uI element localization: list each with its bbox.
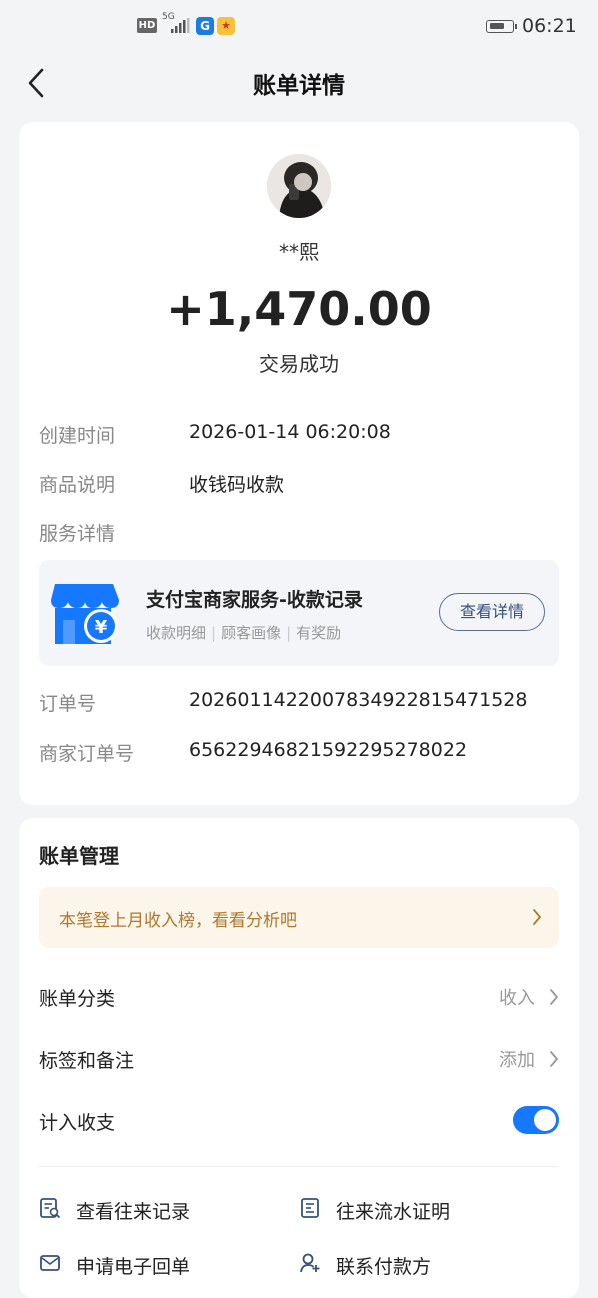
- action-label: 查看往来记录: [76, 1201, 191, 1223]
- page-title: 账单详情: [253, 73, 345, 99]
- toggle-knob: [534, 1109, 556, 1131]
- divider: [39, 1166, 559, 1167]
- chevron-right-icon: [550, 989, 558, 1005]
- clock: 06:21: [522, 15, 577, 37]
- bill-category-value: 收入: [499, 988, 535, 1009]
- section-title: 账单管理: [39, 844, 119, 868]
- hd-badge: HD: [137, 18, 157, 33]
- game-notification-icon: ★: [217, 17, 235, 35]
- app-notification-icon: G: [196, 17, 214, 35]
- include-in-balance-label: 计入收支: [39, 1112, 116, 1134]
- nav-header: 账单详情: [0, 52, 598, 112]
- battery-icon: [486, 20, 517, 33]
- action-label: 往来流水证明: [336, 1201, 451, 1223]
- status-bar: HD 5G G ★ 06:21: [0, 0, 598, 52]
- transaction-card: **熙 +1,470.00 交易成功 创建时间 2026-01-14 06:20…: [19, 122, 579, 805]
- document-icon: [301, 1198, 319, 1218]
- shop-yuan-icon: ¥: [51, 584, 119, 644]
- amount: +1,470.00: [166, 282, 432, 336]
- flow-proof-button[interactable]: 往来流水证明: [299, 1192, 539, 1226]
- income-rank-banner[interactable]: 本笔登上月收入榜，看看分析吧: [39, 887, 559, 948]
- view-history-button[interactable]: 查看往来记录: [39, 1192, 279, 1226]
- created-time-label: 创建时间: [39, 425, 116, 447]
- svg-text:¥: ¥: [95, 617, 108, 638]
- service-tags: 收款明细 | 顾客画像 | 有奖励: [146, 624, 342, 642]
- avatar-image: [267, 154, 331, 218]
- service-detail-label: 服务详情: [39, 523, 116, 545]
- bill-category-row[interactable]: 账单分类 收入: [39, 976, 559, 1016]
- e-receipt-button[interactable]: 申请电子回单: [39, 1247, 279, 1281]
- view-details-button[interactable]: 查看详情: [439, 593, 545, 631]
- transaction-status: 交易成功: [259, 352, 339, 376]
- include-in-balance-row: 计入收支: [39, 1100, 559, 1140]
- tags-notes-label: 标签和备注: [39, 1050, 135, 1072]
- order-number-value: 2026011422007834922815471528: [189, 689, 528, 711]
- mail-icon: [40, 1255, 60, 1271]
- created-time-value: 2026-01-14 06:20:08: [189, 421, 391, 443]
- merchant-service-card[interactable]: ¥ 支付宝商家服务-收款记录 收款明细 | 顾客画像 | 有奖励 查看详情: [39, 560, 559, 666]
- service-title: 支付宝商家服务-收款记录: [146, 589, 363, 611]
- service-tag: 顾客画像: [221, 624, 282, 642]
- product-desc-label: 商品说明: [39, 474, 116, 496]
- service-tag: 收款明细: [146, 624, 207, 642]
- action-label: 申请电子回单: [76, 1256, 191, 1278]
- contact-person-icon: [300, 1253, 320, 1273]
- contact-payer-button[interactable]: 联系付款方: [299, 1247, 539, 1281]
- bill-management-card: 账单管理 本笔登上月收入榜，看看分析吧 账单分类 收入 标签和备注 添加 计入收…: [19, 818, 579, 1298]
- banner-text: 本笔登上月收入榜，看看分析吧: [59, 911, 297, 931]
- chevron-right-icon: [533, 909, 541, 925]
- payer-name: **熙: [279, 240, 319, 264]
- chevron-right-icon: [550, 1051, 558, 1067]
- merchant-order-value: 65622946821592295278022: [189, 739, 468, 761]
- service-tag: 有奖励: [296, 624, 342, 642]
- record-search-icon: [40, 1198, 61, 1219]
- tags-notes-row[interactable]: 标签和备注 添加: [39, 1038, 559, 1078]
- payer-avatar[interactable]: [267, 154, 331, 218]
- action-label: 联系付款方: [336, 1256, 432, 1278]
- tags-notes-value: 添加: [499, 1050, 535, 1071]
- merchant-order-label: 商家订单号: [39, 743, 135, 765]
- product-desc-value: 收钱码收款: [189, 474, 285, 496]
- bill-category-label: 账单分类: [39, 988, 116, 1010]
- signal-icon: [171, 18, 190, 33]
- include-in-balance-toggle[interactable]: [513, 1106, 559, 1134]
- order-number-label: 订单号: [39, 693, 97, 715]
